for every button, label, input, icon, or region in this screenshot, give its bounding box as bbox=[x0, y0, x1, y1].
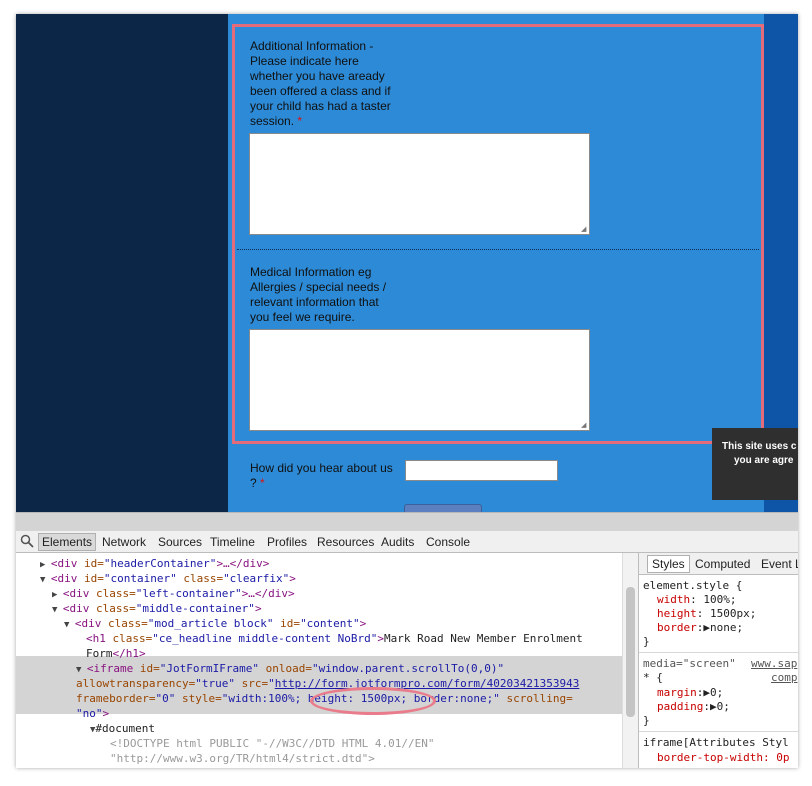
cookie-text-line: you are agre bbox=[734, 455, 794, 466]
tab-event-listeners[interactable]: Event L bbox=[761, 557, 798, 571]
devtools-top-strip bbox=[16, 513, 798, 531]
rule-selector: iframe[Attributes Styl bbox=[643, 736, 789, 749]
tab-computed[interactable]: Computed bbox=[695, 557, 750, 571]
tab-audits[interactable]: Audits bbox=[381, 535, 414, 549]
tab-console[interactable]: Console bbox=[426, 535, 470, 549]
collapse-triangle-icon[interactable]: ▼ bbox=[76, 665, 87, 675]
dom-node-doctype: "http://www.w3.org/TR/html4/strict.dtd"> bbox=[110, 752, 375, 765]
annotation-height-oval bbox=[310, 687, 436, 715]
dom-node[interactable]: <h1 class="ce_headline middle-content No… bbox=[86, 631, 583, 646]
dom-node-attr-line: "no"> bbox=[76, 707, 110, 720]
how-heard-input[interactable] bbox=[405, 460, 558, 481]
style-declaration[interactable]: width: 100%; bbox=[657, 593, 736, 607]
left-column bbox=[16, 14, 228, 512]
scrollbar-thumb[interactable] bbox=[626, 587, 635, 717]
dom-scrollbar[interactable] bbox=[622, 553, 638, 768]
submit-button[interactable] bbox=[404, 504, 482, 512]
style-declaration[interactable]: padding:▶0; bbox=[657, 700, 730, 714]
expand-triangle-icon[interactable]: ▶ bbox=[52, 590, 63, 600]
rule-separator bbox=[639, 731, 798, 732]
style-declaration[interactable]: border:▶none; bbox=[657, 621, 743, 635]
media-query: media="screen" bbox=[643, 657, 736, 670]
tab-elements[interactable]: Elements bbox=[38, 533, 97, 551]
tab-sources[interactable]: Sources bbox=[158, 535, 202, 549]
cookie-notice: This site uses c you are agre bbox=[712, 428, 798, 500]
cookie-text-line: This site uses c bbox=[722, 441, 797, 452]
search-icon[interactable] bbox=[20, 534, 34, 548]
tab-resources[interactable]: Resources bbox=[317, 535, 374, 549]
label-line: ? bbox=[250, 476, 261, 490]
tab-profiles[interactable]: Profiles bbox=[267, 535, 307, 549]
stylesheet-link[interactable]: comp bbox=[771, 671, 798, 684]
stylesheet-link[interactable]: www.sap bbox=[751, 657, 797, 670]
screenshot-frame: Additional Information - Please indicate… bbox=[16, 14, 798, 768]
rule-selector: element.style { bbox=[643, 579, 743, 592]
collapse-triangle-icon[interactable]: ▼ bbox=[40, 575, 51, 585]
expand-triangle-icon[interactable]: ▶ bbox=[40, 560, 51, 570]
styles-tabbar: Styles Computed Event L bbox=[639, 553, 798, 575]
styles-panel: Styles Computed Event L element.style { … bbox=[638, 553, 798, 768]
dom-node-doctype: <!DOCTYPE html PUBLIC "-//W3C//DTD HTML … bbox=[110, 737, 435, 750]
annotation-highlight-box bbox=[232, 24, 764, 444]
dom-node-text: Form</h1> bbox=[86, 647, 146, 660]
tab-network[interactable]: Network bbox=[102, 535, 146, 549]
rule-separator bbox=[639, 652, 798, 653]
dom-node-attr-line: allowtransparency="true" src="http://for… bbox=[76, 677, 580, 690]
label-line: How did you hear about us bbox=[250, 461, 393, 475]
devtools-panel: Elements Network Sources Timeline Profil… bbox=[16, 512, 798, 768]
tab-styles[interactable]: Styles bbox=[647, 555, 690, 573]
required-asterisk: * bbox=[260, 476, 265, 490]
collapse-triangle-icon[interactable]: ▼ bbox=[52, 605, 63, 615]
iframe-src-link[interactable]: http://form.jotformpro.com/form/40203421… bbox=[275, 677, 580, 690]
devtools-toolbar: Elements Network Sources Timeline Profil… bbox=[16, 531, 798, 553]
question-how-heard-label: How did you hear about us ? * bbox=[250, 461, 393, 491]
rule-close: } bbox=[643, 714, 650, 727]
page-viewport: Additional Information - Please indicate… bbox=[16, 14, 798, 512]
style-declaration: border-top-width: 0p bbox=[657, 751, 790, 764]
style-declaration[interactable]: margin:▶0; bbox=[657, 686, 723, 700]
rule-selector: * { bbox=[643, 671, 663, 684]
tab-timeline[interactable]: Timeline bbox=[210, 535, 255, 549]
style-declaration[interactable]: height: 1500px; bbox=[657, 607, 756, 621]
collapse-triangle-icon[interactable]: ▼ bbox=[64, 620, 75, 630]
dom-tree: ▶ <div id="headerContainer">…</div> ▼ <d… bbox=[16, 553, 622, 768]
rule-close: } bbox=[643, 635, 650, 648]
